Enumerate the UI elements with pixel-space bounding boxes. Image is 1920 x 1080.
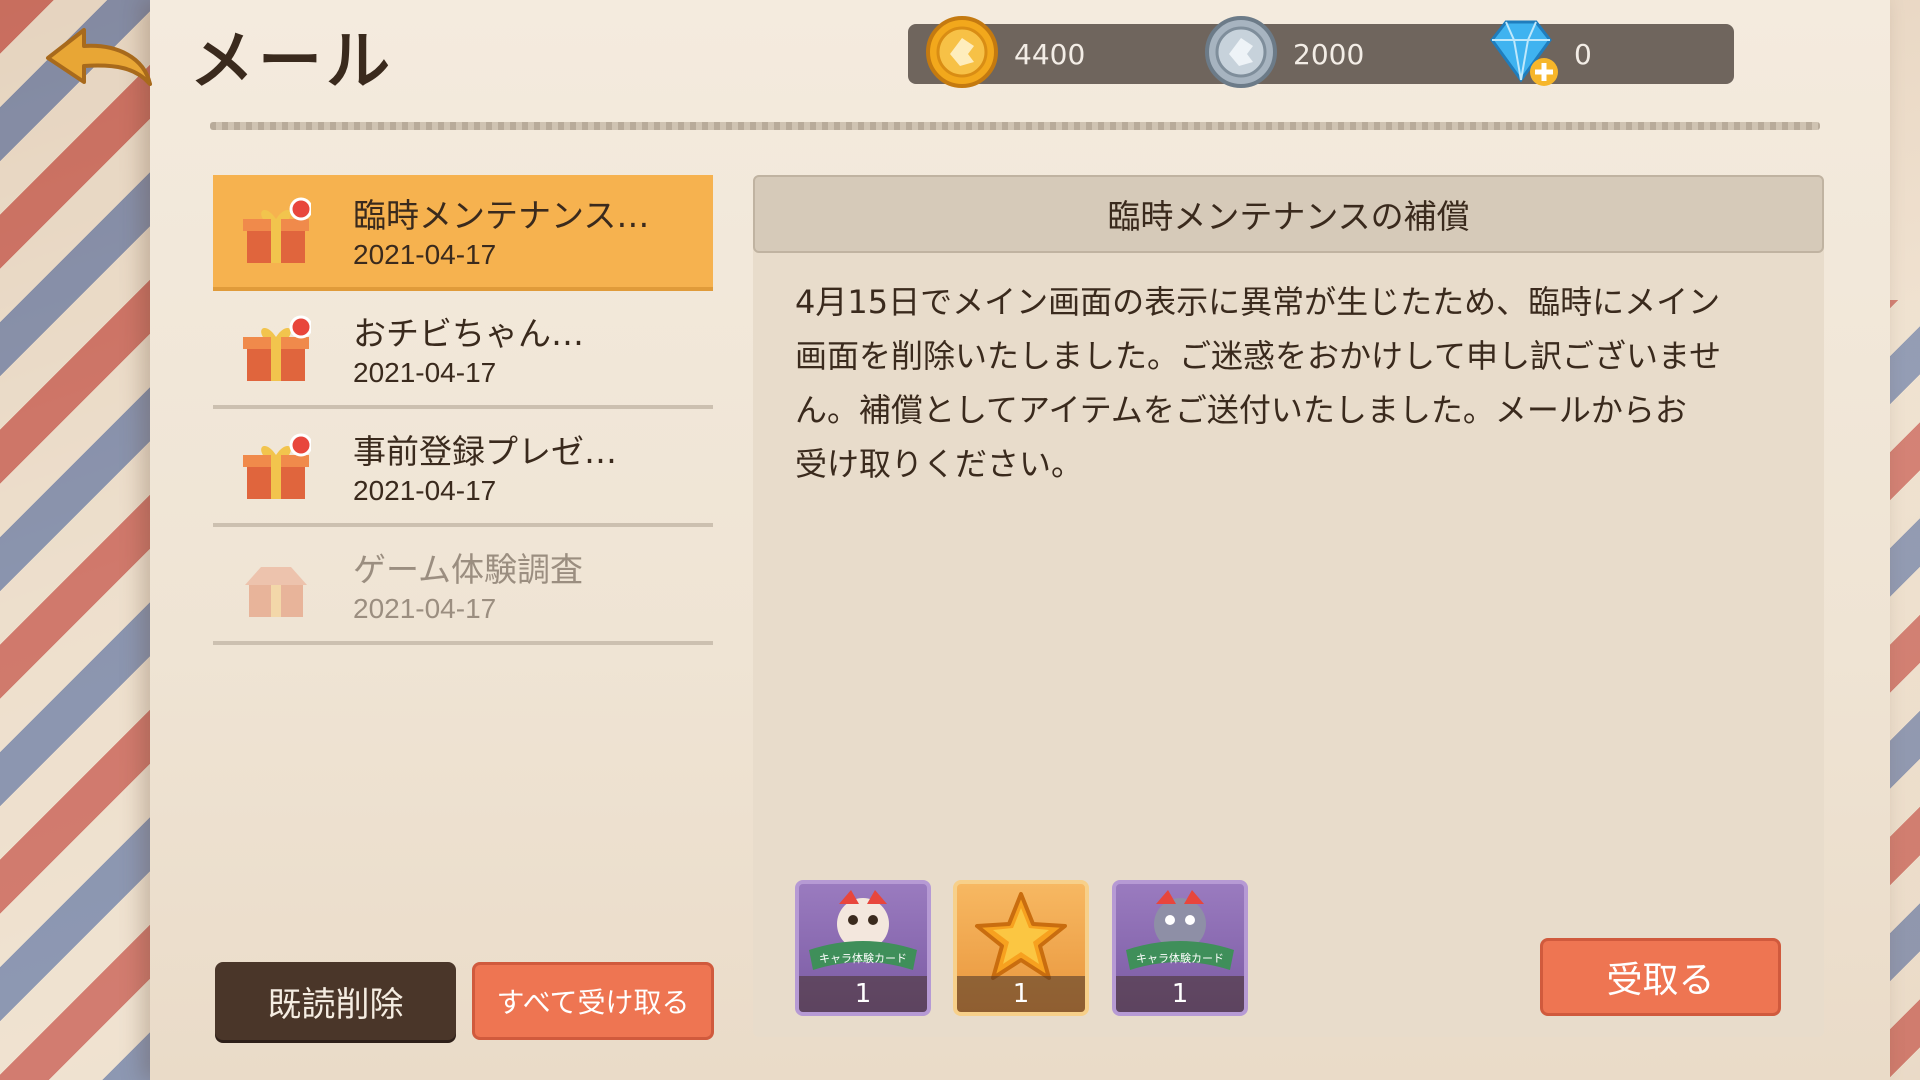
mail-body: 4月15日でメイン画面の表示に異常が生じたため、臨時にメイン 画面を削除いたしま… bbox=[795, 283, 1722, 483]
diamond-amount: 0 bbox=[1574, 37, 1592, 71]
reward-quantity: 1 bbox=[799, 976, 927, 1012]
mail-list-item[interactable]: ゲーム体験調査 2021-04-17 bbox=[213, 529, 713, 645]
header-divider bbox=[210, 122, 1820, 130]
currency-bar: 4400 2000 0 bbox=[908, 16, 1734, 88]
reward-quantity: 1 bbox=[1116, 976, 1244, 1012]
gold-amount: 4400 bbox=[1014, 37, 1086, 71]
page-title: メール bbox=[190, 25, 394, 99]
mail-list-item[interactable]: 事前登録プレゼ… 2021-04-17 bbox=[213, 411, 713, 527]
gold-coin-icon bbox=[926, 16, 998, 88]
mail-subject: おチビちゃん… bbox=[353, 314, 584, 353]
svg-text:キャラ体験カード: キャラ体験カード bbox=[819, 951, 907, 965]
mail-list-item[interactable]: 臨時メンテナンス… 2021-04-17 bbox=[213, 175, 713, 291]
claim-button[interactable]: 受取る bbox=[1540, 938, 1781, 1016]
diamond-currency: 0 bbox=[1484, 20, 1592, 86]
svg-text:キャラ体験カード: キャラ体験カード bbox=[1136, 951, 1224, 965]
gift-icon bbox=[243, 197, 311, 263]
diamond-add-icon[interactable] bbox=[1484, 14, 1560, 90]
mail-date: 2021-04-17 bbox=[353, 357, 497, 388]
reward-item[interactable]: キャラ体験カード 1 bbox=[1112, 880, 1248, 1016]
reward-quantity: 1 bbox=[957, 976, 1085, 1012]
mail-date: 2021-04-17 bbox=[353, 475, 497, 506]
character-trial-card-icon: キャラ体験カード bbox=[809, 890, 917, 970]
mail-date: 2021-04-17 bbox=[353, 239, 497, 270]
silver-coin-icon bbox=[1205, 16, 1277, 88]
star-icon bbox=[975, 892, 1067, 980]
opened-gift-icon bbox=[245, 567, 307, 617]
silver-amount: 2000 bbox=[1293, 37, 1365, 71]
gift-icon bbox=[243, 315, 311, 381]
mail-subject: ゲーム体験調査 bbox=[353, 550, 584, 589]
mail-list-item[interactable]: おチビちゃん… 2021-04-17 bbox=[213, 293, 713, 409]
mail-subject: 臨時メンテナンス… bbox=[353, 196, 650, 235]
mail-subject: 事前登録プレゼ… bbox=[353, 432, 617, 471]
character-trial-card-icon: キャラ体験カード bbox=[1126, 890, 1234, 970]
unread-dot bbox=[289, 197, 311, 221]
silver-currency: 2000 bbox=[1203, 16, 1365, 88]
delete-read-button[interactable]: 既読削除 bbox=[215, 962, 456, 1040]
mail-date: 2021-04-17 bbox=[353, 593, 497, 624]
reward-item[interactable]: キャラ体験カード 1 bbox=[795, 880, 931, 1016]
mail-title: 臨時メンテナンスの補償 bbox=[1107, 197, 1470, 236]
back-button[interactable] bbox=[40, 22, 155, 92]
back-arrow-icon bbox=[46, 28, 152, 86]
claim-all-button[interactable]: すべて受け取る bbox=[472, 962, 714, 1040]
detail-title-bar: 臨時メンテナンスの補償 bbox=[753, 175, 1824, 253]
gold-currency: 4400 bbox=[924, 16, 1086, 88]
gift-icon bbox=[243, 433, 311, 499]
reward-item[interactable]: 1 bbox=[953, 880, 1089, 1016]
